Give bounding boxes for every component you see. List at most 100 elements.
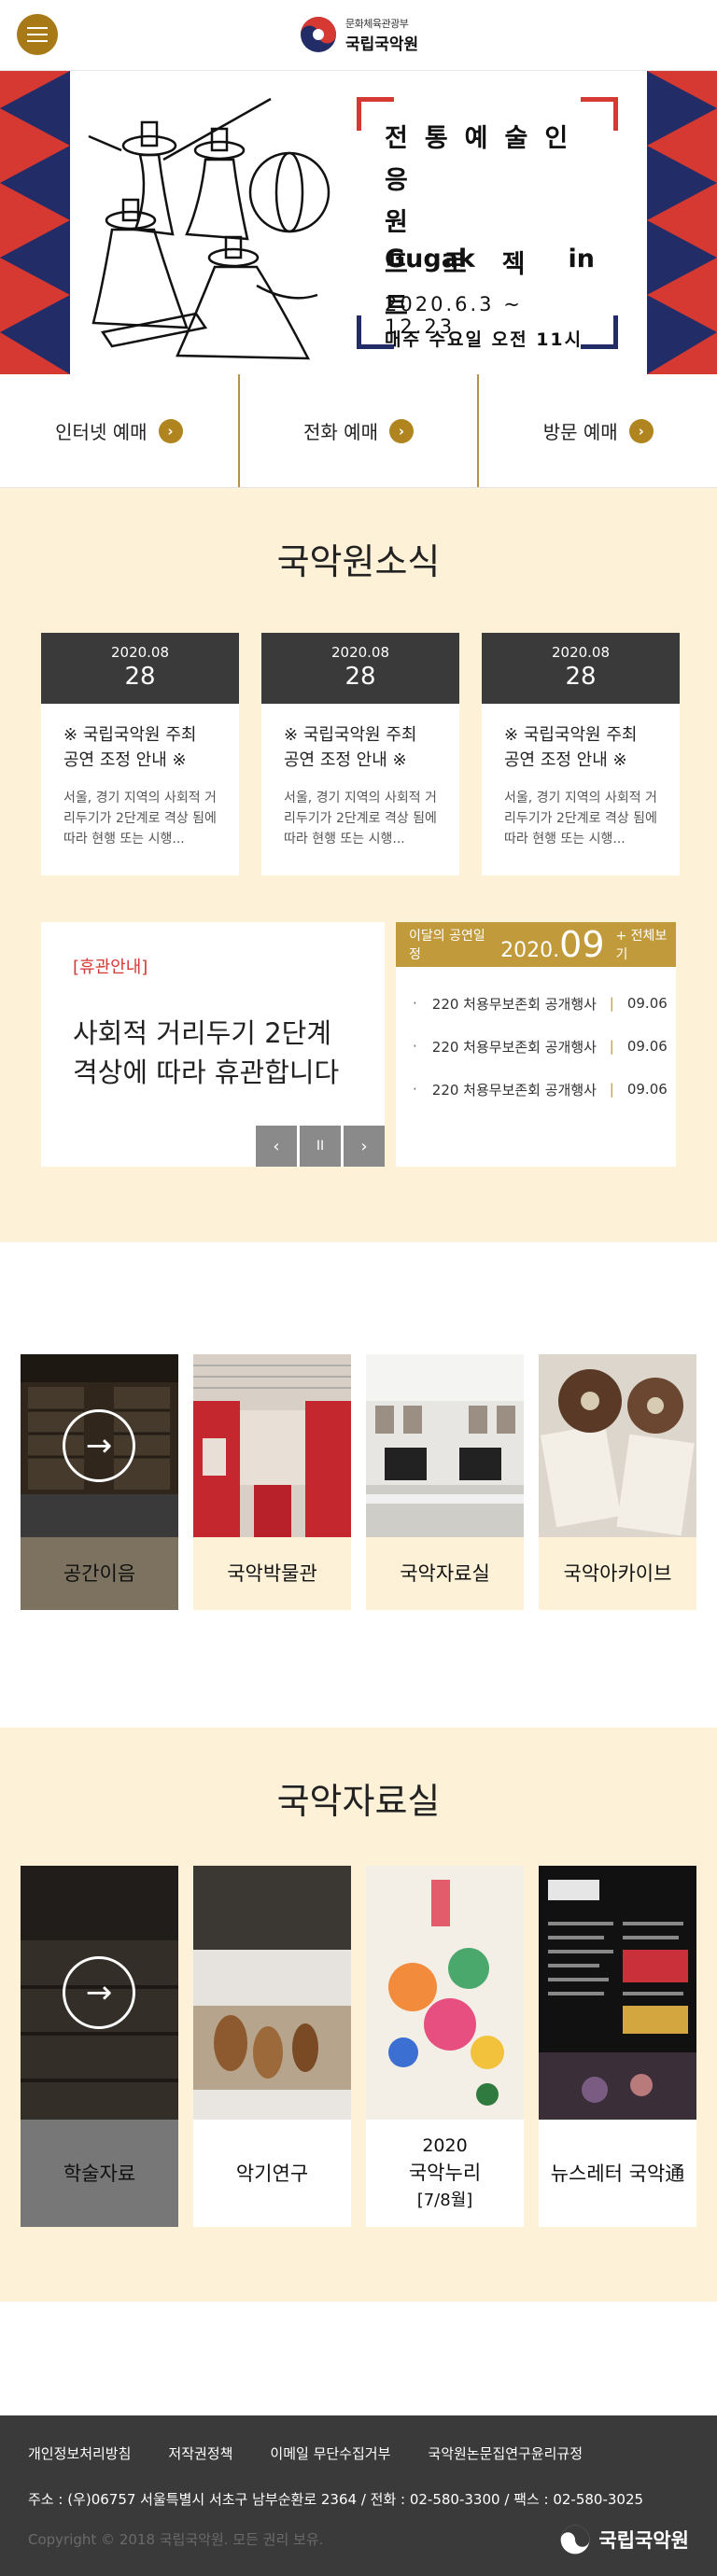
- notice-banner[interactable]: [휴관안내] 사회적 거리두기 2단계 격상에 따라 휴관합니다 ‹ II ›: [41, 922, 385, 1167]
- arrow-right-icon: →: [63, 1956, 135, 2029]
- news-card-desc: 서울, 경기 지역의 사회적 거리두기가 2단계로 격상 됨에 따라 현행 또는…: [63, 791, 217, 847]
- space-tile-label: 국악박물관: [193, 1537, 351, 1610]
- archive-title: 국악자료실: [276, 1781, 441, 1822]
- view-all-link[interactable]: + 전체보기: [616, 926, 677, 963]
- archive-tile-label: 뉴스레터 국악通: [539, 2120, 696, 2227]
- footer-links: 개인정보처리방침 저작권정책 이메일 무단수집거부 국악원논문집연구윤리규정: [0, 2415, 717, 2463]
- bullet-icon: ·: [413, 1081, 417, 1098]
- archive-tile-magazine[interactable]: 2020 국악누리 [7/8월]: [366, 1866, 524, 2227]
- arrow-right-icon: ›: [388, 418, 414, 443]
- news-card-title: ※ 국립국악원 주최 공연 조정 안내 ※: [504, 725, 638, 770]
- schedule-item[interactable]: · 220 처용무보존회 공개행사 | 09.06: [396, 1025, 676, 1068]
- notice-tag: [휴관안내]: [73, 958, 148, 977]
- internet-booking-link[interactable]: 인터넷 예매 ›: [0, 374, 240, 487]
- visit-booking-link[interactable]: 방문 예매 ›: [479, 374, 717, 487]
- archive-tile-label: 2020 국악누리 [7/8월]: [366, 2120, 524, 2227]
- site-logo[interactable]: 문화체육관광부 국립국악원: [299, 15, 418, 54]
- archive-tile-instruments[interactable]: 악기연구: [193, 1866, 351, 2227]
- news-section: 국악원소식 2020.08 28 ※ 국립국악원 주최 공연 조정 안내 ※ 서…: [0, 488, 717, 1242]
- footer-logo[interactable]: 국립국악원: [559, 2524, 689, 2555]
- pattern-left-decoration: [0, 71, 70, 374]
- footer-address: 주소 : (우)06757 서울특별시 서초구 남부순환로 2364 / 전화 …: [28, 2491, 644, 2508]
- monthly-schedule: 이달의 공연일정 2020.09 + 전체보기 · 220 처용무보존회 공개행…: [396, 922, 676, 1167]
- next-button[interactable]: ›: [344, 1126, 385, 1167]
- separator-icon: |: [609, 1038, 614, 1055]
- news-card-date: 2020.08 28: [482, 633, 680, 704]
- news-card-desc: 서울, 경기 지역의 사회적 거리두기가 2단계로 격상 됨에 따라 현행 또는…: [504, 791, 657, 847]
- promo-en-right: in: [568, 245, 595, 273]
- pause-button[interactable]: II: [300, 1126, 341, 1167]
- news-card[interactable]: 2020.08 28 ※ 국립국악원 주최 공연 조정 안내 ※ 서울, 경기 …: [41, 633, 239, 875]
- archive-tile-research[interactable]: → 학술자료: [21, 1866, 178, 2227]
- schedule-item-date: 09.06: [626, 1038, 668, 1055]
- archive-section: 국악자료실 → 학술자료 악기연구 2020 국악누리 [7/8월] 뉴스레터 …: [0, 1728, 717, 2302]
- schedule-item-name: 220 처용무보존회 공개행사: [431, 1038, 597, 1056]
- news-card-date: 2020.08 28: [41, 633, 239, 704]
- tape-reels-photo: [539, 1354, 696, 1537]
- pattern-right-decoration: [647, 71, 717, 374]
- promo-english-title: Gugak in: [385, 245, 595, 273]
- news-card-day: 28: [124, 663, 156, 691]
- library-photo: →: [21, 1354, 178, 1537]
- arrow-right-icon: →: [63, 1409, 135, 1482]
- archive-tile-label-line: [7/8월]: [416, 2191, 473, 2210]
- space-tile-label: 공간이음: [21, 1537, 178, 1610]
- promo-schedule: 매주 수요일 오전 11시: [385, 329, 583, 350]
- bullet-icon: ·: [413, 1038, 417, 1055]
- magazine-cover-photo: [366, 1866, 524, 2120]
- space-tile-gonggan[interactable]: → 공간이음: [21, 1354, 178, 1610]
- archive-tile-list: → 학술자료 악기연구 2020 국악누리 [7/8월] 뉴스레터 국악通: [21, 1866, 696, 2227]
- menu-button[interactable]: [17, 14, 58, 55]
- promo-en-left: Gugak: [385, 245, 475, 273]
- news-card-title: ※ 국립국악원 주최 공연 조정 안내 ※: [63, 725, 197, 770]
- news-card-month: 2020.08: [551, 644, 611, 661]
- news-card-day: 28: [344, 663, 376, 691]
- ticket-label: 전화 예매: [303, 421, 378, 443]
- taegeuk-emblem-icon: [301, 17, 336, 52]
- schedule-period: 2020.09: [500, 924, 604, 965]
- news-card-list: 2020.08 28 ※ 국립국악원 주최 공연 조정 안내 ※ 서울, 경기 …: [41, 633, 680, 875]
- schedule-header: 이달의 공연일정 2020.09 + 전체보기: [396, 922, 676, 967]
- logo-subtitle: 문화체육관광부: [345, 17, 409, 30]
- news-card-month: 2020.08: [330, 644, 390, 661]
- schedule-item[interactable]: · 220 처용무보존회 공개행사 | 09.06: [396, 1068, 676, 1111]
- space-tile-archive[interactable]: 국악아카이브: [539, 1354, 696, 1610]
- newsletter-cover-photo: [539, 1866, 696, 2120]
- archive-tile-newsletter[interactable]: 뉴스레터 국악通: [539, 1866, 696, 2227]
- schedule-item-date: 09.06: [626, 1081, 668, 1098]
- schedule-item-date: 09.06: [626, 995, 668, 1012]
- archive-tile-label-line: 2020: [422, 2135, 468, 2156]
- news-title: 국악원소식: [276, 541, 441, 582]
- ticket-label: 인터넷 예매: [55, 421, 148, 443]
- space-tile-library[interactable]: 국악자료실: [366, 1354, 524, 1610]
- phone-booking-link[interactable]: 전화 예매 ›: [240, 374, 480, 487]
- schedule-item[interactable]: · 220 처용무보존회 공개행사 | 09.06: [396, 982, 676, 1025]
- promo-title-line: 응원: [385, 166, 520, 237]
- ticket-label: 방문 예매: [542, 421, 618, 443]
- bullet-icon: ·: [413, 995, 417, 1012]
- news-card[interactable]: 2020.08 28 ※ 국립국악원 주최 공연 조정 안내 ※ 서울, 경기 …: [482, 633, 680, 875]
- news-card[interactable]: 2020.08 28 ※ 국립국악원 주최 공연 조정 안내 ※ 서울, 경기 …: [261, 633, 459, 875]
- schedule-label: 이달의 공연일정: [409, 929, 485, 962]
- hero-banner[interactable]: 전통예술인 응원 프로젝트 Gugak in 2020.6.3 ~ 12.23 …: [0, 71, 717, 374]
- promo-box: 전통예술인 응원 프로젝트 Gugak in 2020.6.3 ~ 12.23 …: [357, 97, 618, 350]
- instrument-display-photo: [193, 1866, 351, 2120]
- research-ethics-link[interactable]: 국악원논문집연구윤리규정: [428, 2443, 583, 2463]
- prev-button[interactable]: ‹: [256, 1126, 297, 1167]
- email-policy-link[interactable]: 이메일 무단수집거부: [270, 2443, 390, 2463]
- news-card-desc: 서울, 경기 지역의 사회적 거리두기가 2단계로 격상 됨에 따라 현행 또는…: [284, 791, 437, 847]
- bookshelf-photo: →: [21, 1866, 178, 2120]
- menu-line-icon: [27, 34, 48, 35]
- schedule-year: 2020.: [500, 939, 560, 962]
- logo-title: 국립국악원: [345, 35, 419, 54]
- copyright-policy-link[interactable]: 저작권정책: [168, 2443, 232, 2463]
- site-footer: 개인정보처리방침 저작권정책 이메일 무단수집거부 국악원논문집연구윤리규정 주…: [0, 2415, 717, 2576]
- reading-room-photo: [366, 1354, 524, 1537]
- musicians-illustration: [88, 97, 330, 360]
- privacy-policy-link[interactable]: 개인정보처리방침: [28, 2443, 131, 2463]
- site-header: 문화체육관광부 국립국악원: [0, 0, 717, 71]
- space-tile-museum[interactable]: 국악박물관: [193, 1354, 351, 1610]
- spaces-section: → 공간이음 국악박물관 국악자료실 국악아카이브: [0, 1242, 717, 1728]
- schedule-item-name: 220 처용무보존회 공개행사: [431, 1081, 597, 1099]
- separator-icon: |: [609, 995, 614, 1012]
